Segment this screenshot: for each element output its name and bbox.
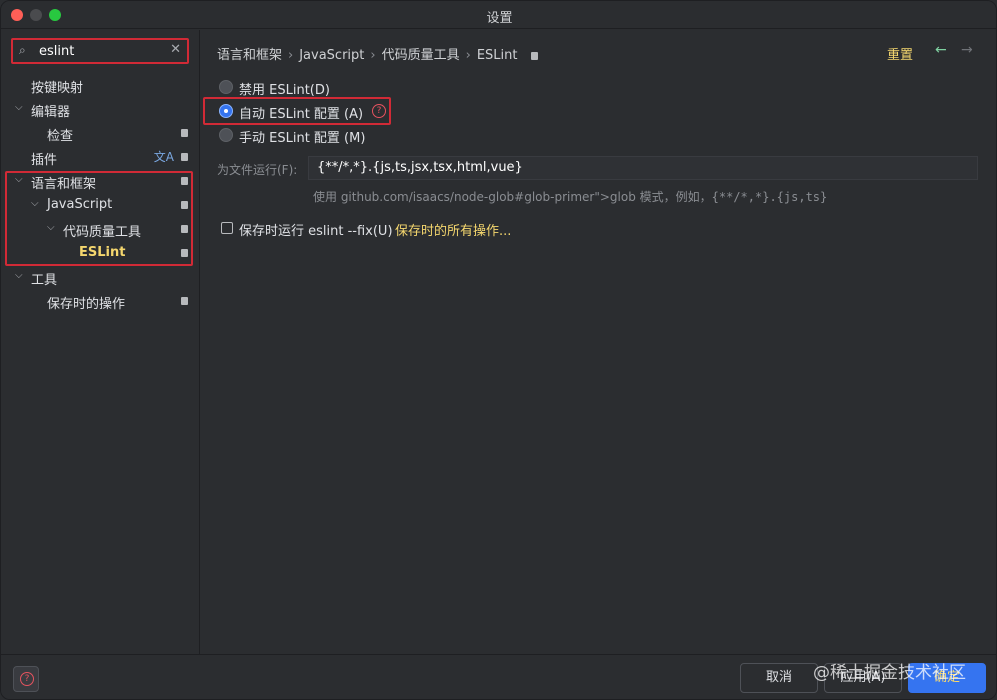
sidebar-item-editor[interactable]: ⌵ 编辑器 <box>1 98 200 122</box>
chevron-right-icon: › <box>370 48 376 63</box>
sidebar-item-plugins[interactable]: 插件 文A <box>1 146 200 170</box>
sidebar-item-actions-on-save[interactable]: 保存时的操作 <box>1 290 200 314</box>
sidebar-item-label: 插件 <box>31 153 58 168</box>
sidebar-item-label: 按键映射 <box>31 81 84 96</box>
project-scope-icon <box>181 129 188 137</box>
fix-on-save-checkbox[interactable] <box>221 222 233 234</box>
radio-button[interactable] <box>219 80 233 94</box>
chevron-down-icon[interactable]: ⌵ <box>15 270 23 281</box>
sidebar-item-label: 工具 <box>31 273 58 288</box>
project-scope-icon <box>531 51 539 60</box>
settings-content: 语言和框架 › JavaScript › 代码质量工具 › ESLint 重置 ← → 禁用… <box>201 30 996 654</box>
close-icon[interactable]: ✕ <box>170 42 181 57</box>
settings-sidebar: ⌕ ✕ 按键映射 ⌵ 编辑器 检查 插件 文A ⌵ 语言和框架 <box>1 30 200 654</box>
reset-link[interactable]: 重置 <box>887 44 913 63</box>
chevron-right-icon: › <box>465 48 471 63</box>
chevron-down-icon[interactable]: ⌵ <box>15 102 23 113</box>
breadcrumb: 语言和框架 › JavaScript › 代码质量工具 › ESLint <box>217 44 544 63</box>
cancel-button[interactable]: 取消 <box>740 663 818 693</box>
translate-icon: 文A <box>153 150 174 164</box>
watermark: @稀土掘金技术社区 <box>813 663 966 683</box>
sidebar-item-label: 检查 <box>47 129 74 144</box>
checkbox-label: 保存时运行 eslint --fix(U) <box>239 224 393 239</box>
sidebar-item-inspections[interactable]: 检查 <box>1 122 200 146</box>
project-scope-icon <box>181 297 188 305</box>
file-run-label: 为文件运行(F): <box>217 163 298 177</box>
hint-text: 使用 github.com/isaacs/node-glob#glob-prim… <box>313 190 712 204</box>
help-icon: ? <box>20 672 34 686</box>
highlight-box <box>203 97 391 125</box>
file-pattern-field[interactable]: {**/*,*}.{js,ts,jsx,tsx,html,vue} <box>308 156 978 180</box>
arrow-right-icon[interactable]: → <box>961 42 973 58</box>
settings-search[interactable]: ⌕ ✕ <box>11 38 189 64</box>
title-bar: 设置 <box>1 1 996 29</box>
breadcrumb-item[interactable]: 代码质量工具 <box>382 48 460 63</box>
window-title: 设置 <box>486 11 513 26</box>
sidebar-item-tools[interactable]: ⌵ 工具 <box>1 266 200 290</box>
search-input[interactable] <box>39 43 159 59</box>
search-icon: ⌕ <box>19 43 26 57</box>
all-save-actions-link[interactable]: 保存时的所有操作... <box>395 220 511 239</box>
sidebar-item-label: 保存时的操作 <box>47 297 126 312</box>
settings-window: 设置 ⌕ ✕ 按键映射 ⌵ 编辑器 检查 插件 文A <box>0 0 997 700</box>
project-scope-icon <box>181 153 188 161</box>
file-pattern-hint: 使用 github.com/isaacs/node-glob#glob-prim… <box>313 188 827 205</box>
help-button[interactable]: ? <box>13 666 39 692</box>
sidebar-item-label: 编辑器 <box>31 105 71 120</box>
hint-example: {**/*,*}.{js,ts} <box>711 190 828 204</box>
breadcrumb-item: ESLint <box>476 48 518 63</box>
chevron-right-icon: › <box>288 48 294 63</box>
arrow-left-icon[interactable]: ← <box>935 42 947 58</box>
breadcrumb-item[interactable]: 语言和框架 <box>217 48 282 63</box>
breadcrumb-item[interactable]: JavaScript <box>299 48 364 63</box>
highlight-box <box>5 171 193 266</box>
radio-label: 手动 ESLint 配置 (M) <box>239 131 366 146</box>
radio-label: 禁用 ESLint(D) <box>239 83 330 98</box>
radio-button[interactable] <box>219 128 233 142</box>
sidebar-item-keymap[interactable]: 按键映射 <box>1 74 200 98</box>
